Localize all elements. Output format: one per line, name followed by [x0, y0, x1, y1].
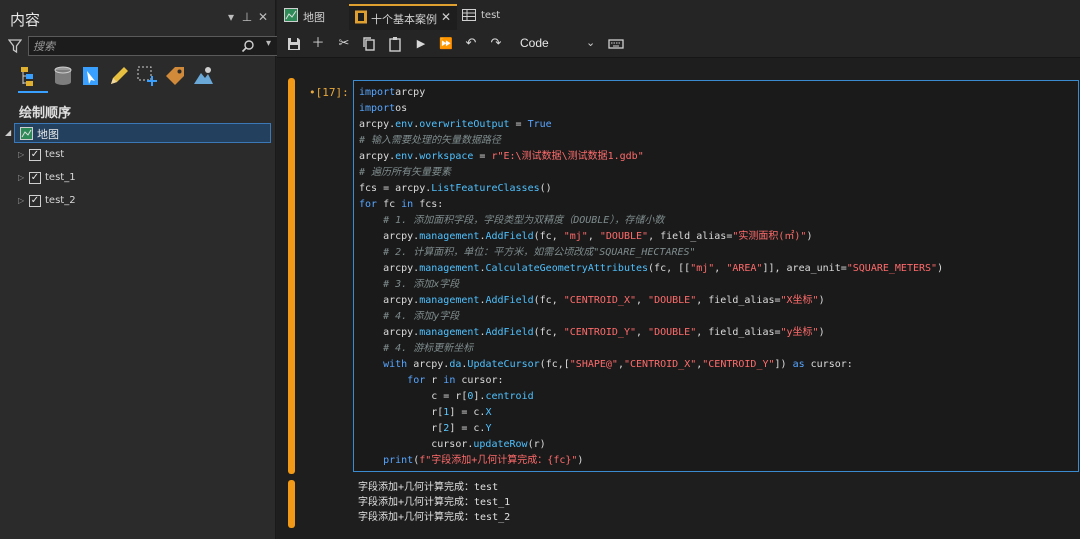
code-line[interactable]: importos [359, 101, 943, 117]
run-icon[interactable]: ▶ [412, 35, 430, 53]
code-text[interactable]: importarcpy importos arcpy.env.overwriteOu… [359, 85, 943, 469]
cut-icon[interactable]: ✂ [335, 35, 353, 53]
code-line[interactable]: arcpy.management.AddField(fc, "CENTROID_… [359, 325, 943, 341]
code-line[interactable]: r[1] = c.X [359, 405, 943, 421]
visibility-checkbox[interactable]: ✓ [29, 195, 41, 207]
paste-icon[interactable] [386, 35, 404, 53]
undo-icon[interactable]: ↶ [462, 35, 480, 53]
cell-selection-bar[interactable] [288, 78, 295, 474]
chevron-down-icon[interactable]: ⌄ [586, 36, 595, 49]
save-icon[interactable] [285, 35, 303, 53]
keyboard-icon[interactable] [607, 35, 625, 53]
code-line[interactable]: # 4. 添加y字段 [359, 309, 943, 325]
layer-label: test_1 [45, 172, 76, 183]
code-cell[interactable]: •[17]: importarcpy importos arcpy.env.over… [277, 58, 1080, 478]
code-line[interactable]: print(f"字段添加+几何计算完成：{fc}") [359, 453, 943, 469]
code-line[interactable]: # 2. 计算面积，单位：平方米，如需公顷改成"SQUARE_HECTARES" [359, 245, 943, 261]
chevron-down-icon[interactable]: ▾ [266, 38, 271, 49]
code-line[interactable]: for fc in fcs: [359, 197, 943, 213]
expand-triangle-icon[interactable]: ▷ [18, 173, 24, 182]
visibility-checkbox[interactable]: ✓ [29, 149, 41, 161]
code-line[interactable]: # 3. 添加x字段 [359, 277, 943, 293]
list-by-perspective-imagery-icon[interactable] [191, 64, 215, 88]
close-pane-button[interactable]: ✕ [256, 10, 270, 24]
code-line[interactable]: with arcpy.da.UpdateCursor(fc,["SHAPE@",… [359, 357, 943, 373]
visibility-checkbox[interactable]: ✓ [29, 172, 41, 184]
search-input[interactable] [33, 38, 229, 54]
list-by-editing-icon[interactable] [107, 64, 131, 88]
pane-title: 内容 [10, 11, 41, 29]
search-row: ▾ [8, 36, 278, 56]
search-icon[interactable] [241, 39, 255, 53]
list-by-drawing-order-icon[interactable] [18, 64, 42, 88]
output-line: 字段添加+几何计算完成：test_2 [358, 512, 511, 523]
code-line[interactable]: # 1. 添加面积字段，字段类型为双精度（DOUBLE），存储小数 [359, 213, 943, 229]
section-title: 绘制顺序 [19, 106, 72, 121]
list-by-labeling-icon[interactable] [163, 64, 187, 88]
notebook-view: 地图 十个基本案例 ✕ test ＋ ✂ ▶ ⏩ ↶ ↷ Code ⌄ •[17… [277, 0, 1080, 539]
tab-label: test [481, 10, 501, 21]
tab-label: 地图 [303, 11, 325, 24]
tab-bar: 地图 十个基本案例 ✕ test [277, 0, 1080, 30]
pane-menu-button[interactable]: ▾ [224, 10, 238, 24]
code-editor[interactable]: importarcpy importos arcpy.env.overwriteOu… [353, 80, 1079, 472]
pin-icon[interactable]: ⊥ [240, 10, 254, 24]
code-line[interactable]: importarcpy [359, 85, 943, 101]
notebook-icon [355, 10, 367, 24]
filter-icon[interactable] [8, 38, 22, 54]
output-text: 字段添加+几何计算完成：test 字段添加+几何计算完成：test_1 字段添加+几… [358, 480, 510, 525]
map-icon [20, 127, 33, 140]
code-line[interactable]: fcs = arcpy.ListFeatureClasses() [359, 181, 943, 197]
list-by-source-icon[interactable] [51, 64, 75, 88]
tab-notebook[interactable]: 十个基本案例 ✕ [349, 4, 457, 30]
code-line[interactable]: for r in cursor: [359, 373, 943, 389]
expand-triangle-icon[interactable]: ▷ [18, 196, 24, 205]
map-icon [284, 8, 298, 22]
code-line[interactable]: c = r[0].centroid [359, 389, 943, 405]
expand-triangle-icon[interactable]: ◢ [5, 128, 11, 137]
copy-icon[interactable] [360, 35, 378, 53]
expand-triangle-icon[interactable]: ▷ [18, 150, 24, 159]
active-tool-indicator [18, 91, 48, 93]
search-box: ▾ [28, 36, 278, 56]
code-line[interactable]: arcpy.env.overwriteOutput = True [359, 117, 943, 133]
output-bar[interactable] [288, 480, 295, 528]
insert-cell-icon[interactable]: ＋ [309, 35, 327, 53]
code-line[interactable]: arcpy.management.AddField(fc, "CENTROID_… [359, 293, 943, 309]
tab-map[interactable]: 地图 [284, 6, 344, 28]
map-label: 地图 [37, 128, 59, 141]
notebook-toolbar: ＋ ✂ ▶ ⏩ ↶ ↷ Code ⌄ [277, 30, 1080, 58]
tab-table[interactable]: test [462, 6, 522, 28]
list-by-snapping-icon[interactable] [135, 64, 159, 88]
redo-icon[interactable]: ↷ [487, 35, 505, 53]
code-line[interactable]: # 输入需要处理的矢量数据路径 [359, 133, 943, 149]
output-line: 字段添加+几何计算完成：test [358, 482, 499, 493]
output-cell: 字段添加+几何计算完成：test 字段添加+几何计算完成：test_1 字段添加+几… [277, 478, 1080, 539]
contents-pane: 内容 ▾ ⊥ ✕ ▾ [0, 0, 278, 539]
code-line[interactable]: arcpy.env.workspace = r"E:\测试数据\测试数据1.gd… [359, 149, 943, 165]
table-icon [462, 9, 476, 21]
cell-type-select[interactable]: Code [520, 36, 549, 50]
code-line[interactable]: # 遍历所有矢量要素 [359, 165, 943, 181]
output-line: 字段添加+几何计算完成：test_1 [358, 497, 511, 508]
code-line[interactable]: arcpy.management.AddField(fc, "mj", "DOU… [359, 229, 943, 245]
run-all-icon[interactable]: ⏩ [437, 35, 455, 53]
map-layer-item[interactable]: ◢ 地图 [5, 123, 271, 143]
code-line[interactable]: # 4. 游标更新坐标 [359, 341, 943, 357]
tab-label: 十个基本案例 [371, 13, 437, 26]
close-icon[interactable]: ✕ [441, 10, 451, 24]
list-by-selection-icon[interactable] [79, 64, 103, 88]
code-line[interactable]: arcpy.management.CalculateGeometryAttrib… [359, 261, 943, 277]
code-line[interactable]: r[2] = c.Y [359, 421, 943, 437]
layer-label: test [45, 149, 65, 160]
code-line[interactable]: cursor.updateRow(r) [359, 437, 943, 453]
layer-label: test_2 [45, 195, 76, 206]
cell-prompt: •[17]: [309, 86, 349, 99]
